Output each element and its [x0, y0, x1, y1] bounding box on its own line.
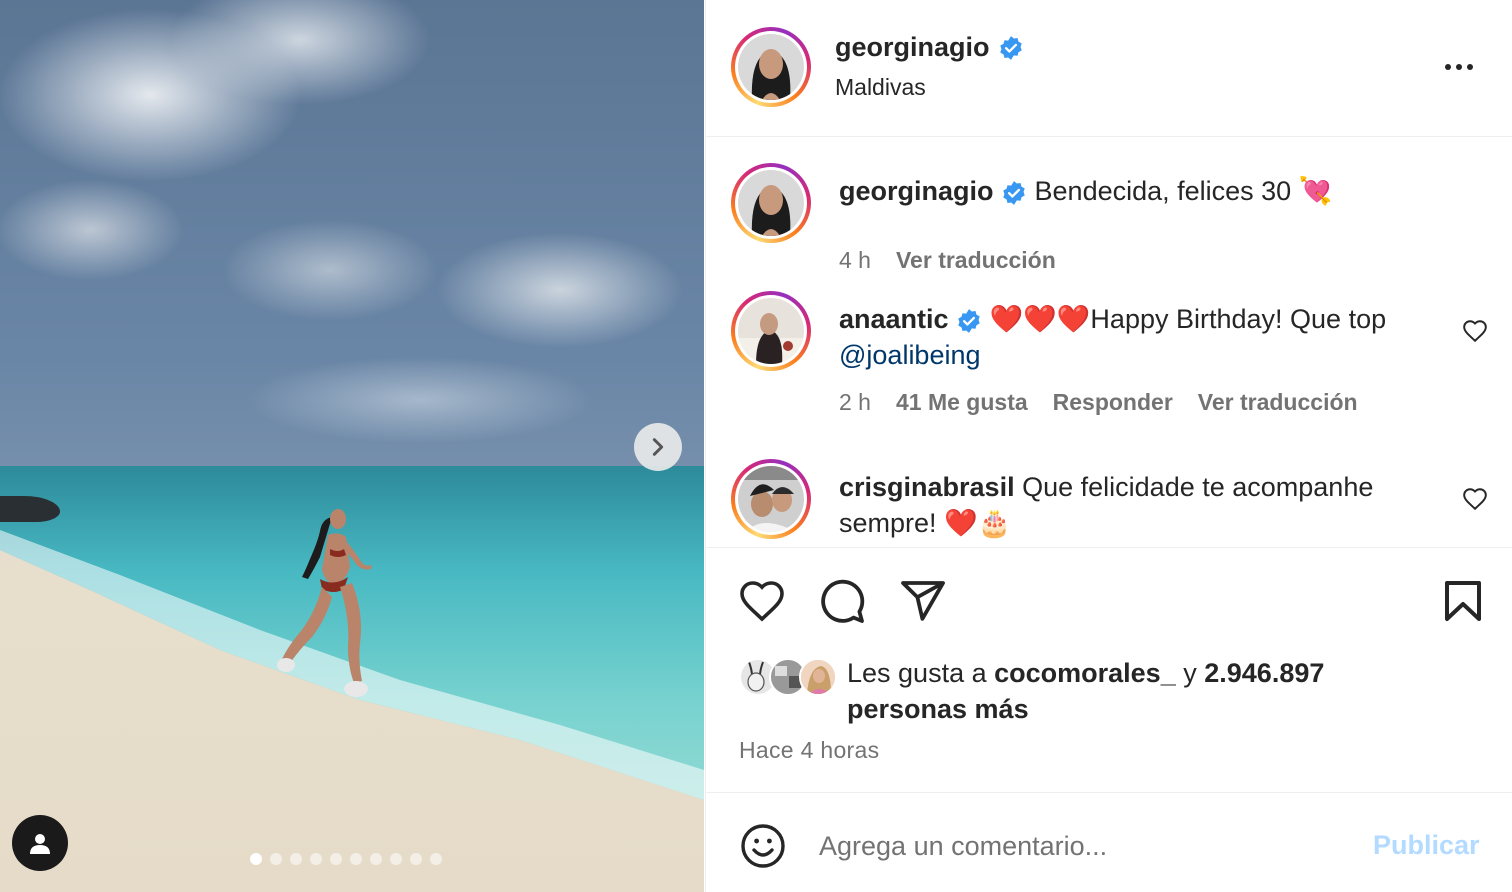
mention-link[interactable]: @joalibeing	[839, 340, 981, 370]
heart-outline-icon[interactable]	[1462, 318, 1488, 344]
post-side-panel: georginagio Maldivas georginagio Bendeci…	[705, 0, 1512, 892]
comment-likes-count[interactable]: 41 Me gusta	[896, 389, 1028, 416]
save-button[interactable]	[1439, 577, 1487, 625]
carousel-dot	[330, 853, 342, 865]
speech-bubble-icon	[821, 579, 865, 623]
carousel-indicator	[250, 853, 442, 865]
likes-connector: y	[1183, 658, 1197, 688]
comment-body: ❤️❤️❤️Happy Birthday! Que top	[989, 304, 1387, 334]
carousel-dot	[350, 853, 362, 865]
more-horizontal-icon	[1445, 64, 1451, 70]
carousel-dot	[290, 853, 302, 865]
see-translation-button[interactable]: Ver traducción	[1198, 389, 1358, 416]
comment-username[interactable]: georginagio	[839, 176, 994, 206]
carousel-dot	[310, 853, 322, 865]
carousel-next-button[interactable]	[634, 423, 682, 471]
bookmark-icon	[1445, 581, 1481, 621]
likes-prefix: Les gusta a	[847, 658, 987, 688]
see-translation-button[interactable]: Ver traducción	[896, 247, 1056, 274]
reply-button[interactable]: Responder	[1053, 389, 1173, 416]
post-header: georginagio Maldivas	[706, 0, 1512, 137]
post-photo[interactable]	[0, 0, 704, 892]
publish-comment-button[interactable]: Publicar	[1373, 830, 1480, 861]
liker-avatars[interactable]	[739, 658, 849, 698]
user-silhouette-icon	[30, 834, 50, 854]
author-username-link[interactable]: georginagio	[835, 32, 1024, 63]
more-options-button[interactable]	[1434, 52, 1484, 82]
avatar[interactable]	[731, 459, 811, 539]
comment-input[interactable]	[819, 826, 1349, 866]
tagged-users-button[interactable]	[12, 815, 68, 871]
runner-figure	[277, 509, 372, 697]
comment-text: georginagio Bendecida, felices 30 💘	[839, 173, 1429, 209]
avatar[interactable]	[731, 163, 811, 243]
post-timestamp[interactable]: Hace 4 horas	[739, 737, 879, 764]
comment-username[interactable]: anaantic	[839, 304, 949, 334]
author-avatar[interactable]	[731, 27, 811, 107]
comment-body: Bendecida, felices 30 💘	[1034, 176, 1333, 206]
likes-text: Les gusta a cocomorales_ y 2.946.897 per…	[847, 655, 1407, 727]
comment-text: anaantic ❤️❤️❤️Happy Birthday! Que top @…	[839, 301, 1429, 373]
comment-username[interactable]: crisginabrasil	[839, 472, 1015, 502]
chevron-right-icon	[652, 438, 664, 456]
heart-outline-icon	[740, 581, 784, 622]
post-location-link[interactable]: Maldivas	[835, 74, 926, 101]
post-actions	[706, 549, 1512, 649]
comments-list[interactable]: georginagio Bendecida, felices 30 💘 4 h …	[706, 138, 1512, 548]
like-button[interactable]	[738, 577, 786, 625]
add-comment-bar: Publicar	[706, 792, 1512, 892]
smiley-icon	[741, 824, 785, 868]
author-username: georginagio	[835, 32, 990, 62]
carousel-dot	[390, 853, 402, 865]
comment-time[interactable]: 2 h	[839, 389, 871, 416]
emoji-picker-button[interactable]	[739, 822, 787, 870]
heart-outline-icon[interactable]	[1462, 486, 1488, 512]
comment-button[interactable]	[818, 577, 866, 625]
carousel-dot	[270, 853, 282, 865]
paper-plane-icon	[901, 581, 945, 621]
verified-badge-icon	[999, 35, 1022, 60]
carousel-dot	[370, 853, 382, 865]
carousel-dot	[410, 853, 422, 865]
comment-meta: 4 h Ver traducción	[839, 247, 1056, 274]
comment-meta: 2 h 41 Me gusta Responder Ver traducción	[839, 389, 1358, 416]
verified-badge-icon	[958, 308, 980, 333]
share-button[interactable]	[899, 577, 947, 625]
carousel-dot	[250, 853, 262, 865]
comment-text: crisginabrasil Que felicidade te acompan…	[839, 469, 1429, 541]
avatar	[799, 658, 837, 696]
liker-username-link[interactable]: cocomorales_	[994, 658, 1176, 688]
avatar[interactable]	[731, 291, 811, 371]
carousel-dot	[430, 853, 442, 865]
comment-time[interactable]: 4 h	[839, 247, 871, 274]
verified-badge-icon	[1003, 180, 1025, 205]
